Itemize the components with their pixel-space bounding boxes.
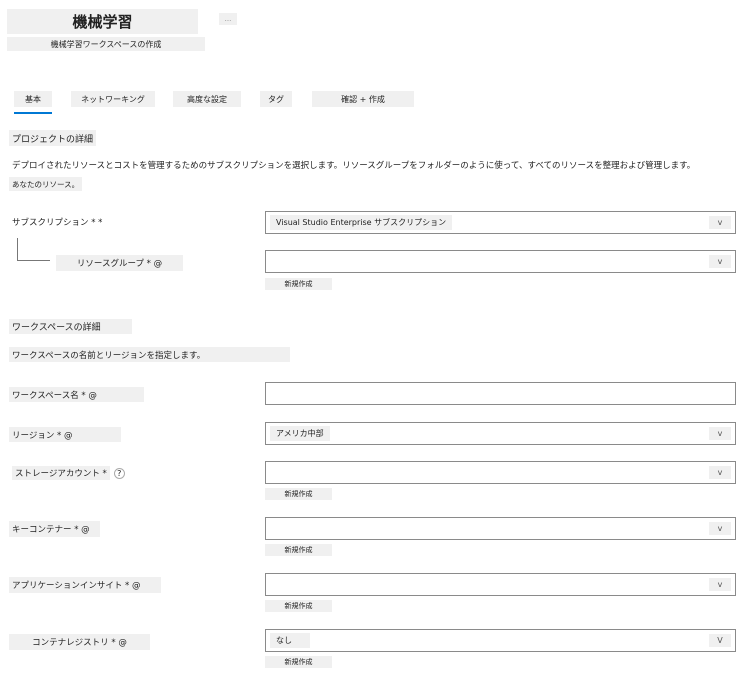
chevron-down-icon: V [709, 634, 731, 647]
tab-review-create[interactable]: 確認 + 作成 [312, 91, 414, 107]
app-insights-select[interactable]: v [265, 573, 736, 596]
workspace-name-label: ワークスペース名 * @ [9, 387, 144, 402]
resources-link[interactable]: あなたのリソース。 [9, 177, 83, 191]
resource-group-create-new-link[interactable]: 新規作成 [265, 278, 332, 290]
key-vault-select[interactable]: v [265, 517, 736, 540]
container-registry-select[interactable]: なし V [265, 629, 736, 652]
chevron-down-icon: v [709, 427, 731, 440]
tree-connector-vertical [17, 238, 18, 260]
region-label: リージョン * @ [9, 427, 121, 442]
active-tab-indicator [14, 112, 52, 114]
project-description: デプロイされたリソースとコストを管理するためのサブスクリプションを選択します。リ… [12, 161, 696, 171]
workspace-details-heading: ワークスペースの詳細 [9, 319, 132, 334]
chevron-down-icon: v [709, 255, 731, 268]
container-registry-label: コンテナレジストリ * @ [9, 634, 150, 650]
storage-account-create-new-link[interactable]: 新規作成 [265, 488, 332, 500]
project-details-heading: プロジェクトの詳細 [9, 130, 97, 146]
tree-connector-horizontal [17, 260, 50, 261]
chevron-down-icon: v [709, 522, 731, 535]
more-options-button[interactable]: ... [219, 13, 237, 25]
region-value: アメリカ中部 [270, 426, 330, 441]
page-title: 機械学習 [7, 9, 198, 34]
subscription-label: サブスクリプション * * [12, 218, 103, 228]
tab-basics[interactable]: 基本 [14, 91, 52, 107]
storage-account-label-row: ストレージアカウント * ? [9, 465, 128, 481]
chevron-down-icon: v [709, 216, 731, 229]
key-vault-label: キーコンテナー * @ [9, 521, 100, 537]
tab-tags[interactable]: タグ [260, 91, 292, 107]
container-registry-create-new-link[interactable]: 新規作成 [265, 656, 332, 668]
workspace-description: ワークスペースの名前とリージョンを指定します。 [9, 347, 290, 362]
tab-advanced[interactable]: 高度な設定 [173, 91, 241, 107]
subscription-value: Visual Studio Enterprise サブスクリプション [270, 215, 453, 230]
key-vault-create-new-link[interactable]: 新規作成 [265, 544, 332, 556]
storage-account-select[interactable]: v [265, 461, 736, 484]
help-icon[interactable]: ? [113, 467, 125, 479]
resource-group-select[interactable]: v [265, 250, 736, 273]
chevron-down-icon: v [709, 466, 731, 479]
tab-networking[interactable]: ネットワーキング [71, 91, 155, 107]
subscription-select[interactable]: Visual Studio Enterprise サブスクリプション v [265, 211, 736, 234]
region-select[interactable]: アメリカ中部 v [265, 422, 736, 445]
app-insights-label: アプリケーションインサイト * @ [9, 577, 161, 593]
app-insights-create-new-link[interactable]: 新規作成 [265, 600, 332, 612]
workspace-name-input[interactable] [265, 382, 736, 405]
resource-group-label: リソースグループ * @ [56, 255, 183, 271]
page-subtitle: 機械学習ワークスペースの作成 [7, 37, 205, 51]
chevron-down-icon: v [709, 578, 731, 591]
container-registry-value: なし [270, 633, 310, 648]
storage-account-label: ストレージアカウント * [12, 466, 110, 480]
